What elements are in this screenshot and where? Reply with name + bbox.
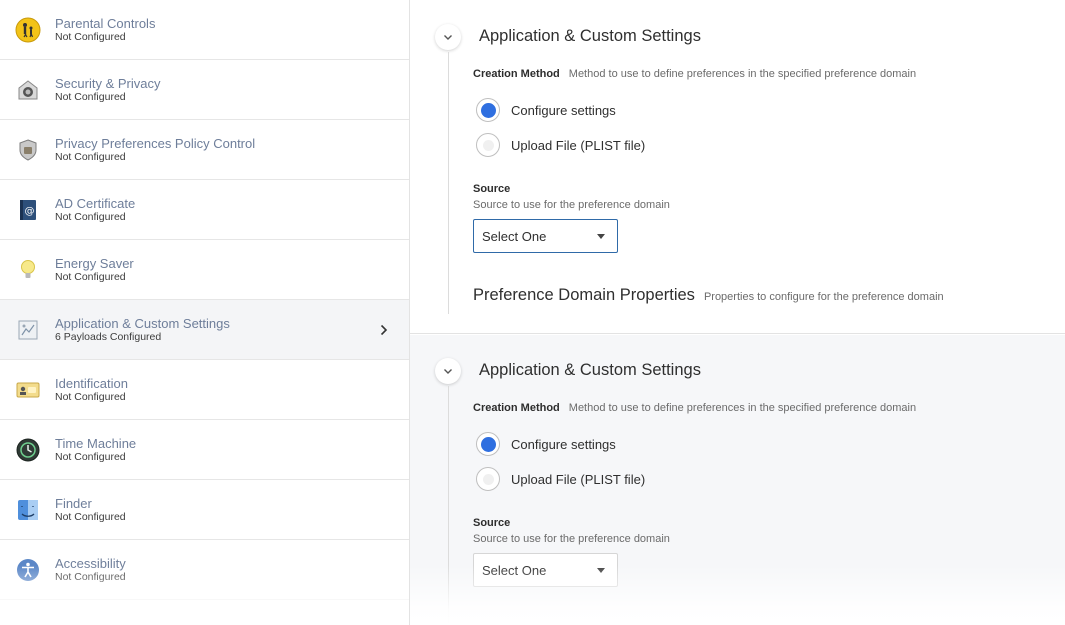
- sidebar-item-status: Not Configured: [55, 270, 126, 283]
- panel-guide-line: [448, 386, 449, 625]
- source-select[interactable]: Select One: [473, 553, 618, 587]
- lightbulb-icon: [15, 257, 41, 283]
- finder-icon: [15, 497, 41, 523]
- sidebar-item-privacy-preferences[interactable]: Privacy Preferences Policy Control Not C…: [0, 120, 409, 180]
- collapse-button[interactable]: [435, 24, 461, 50]
- source-label: Source: [473, 183, 511, 195]
- time-machine-icon: [15, 437, 41, 463]
- source-label: Source: [473, 517, 511, 529]
- sidebar-item-application-custom-settings[interactable]: Application & Custom Settings 6 Payloads…: [0, 300, 409, 360]
- sidebar-item-security-privacy[interactable]: Security & Privacy Not Configured: [0, 60, 409, 120]
- sidebar-item-status: Not Configured: [55, 390, 126, 403]
- chevron-right-icon[interactable]: [377, 322, 391, 338]
- radio-label: Configure settings: [511, 436, 616, 452]
- app-window: Parental Controls Not Configured Securit…: [0, 0, 1065, 625]
- sidebar-item-title: Finder: [55, 495, 92, 511]
- parental-controls-icon: [15, 17, 41, 43]
- chevron-down-icon: [443, 362, 453, 380]
- privacy-shield-icon: [15, 137, 41, 163]
- creation-method-label-text: Creation Method: [473, 402, 560, 414]
- sidebar-item-title: AD Certificate: [55, 195, 136, 211]
- source-desc: Source to use for the preference domain: [473, 199, 670, 211]
- preference-domain-desc: Properties to configure for the preferen…: [703, 291, 944, 303]
- radio-upload-file[interactable]: Upload File (PLIST file): [476, 467, 645, 491]
- sidebar-item-identification[interactable]: Identification Not Configured: [0, 360, 409, 420]
- sidebar-item-parental-controls[interactable]: Parental Controls Not Configured: [0, 0, 409, 60]
- svg-text:@: @: [25, 206, 35, 217]
- creation-method-label: Creation Method Method to use to define p…: [473, 402, 916, 414]
- sidebar-item-status: Not Configured: [55, 30, 126, 43]
- source-select-value: Select One: [482, 228, 547, 244]
- payload-sidebar: Parental Controls Not Configured Securit…: [0, 0, 410, 625]
- caret-down-icon: [597, 234, 605, 239]
- creation-method-desc: Method to use to define preferences in t…: [568, 68, 917, 80]
- preference-domain-title: Preference Domain Properties: [473, 286, 695, 304]
- panel-title: Application & Custom Settings: [479, 27, 701, 45]
- panel-guide-line: [448, 52, 449, 314]
- sidebar-item-status: Not Configured: [55, 450, 126, 463]
- sidebar-item-status: Not Configured: [55, 210, 126, 223]
- creation-method-label: Creation Method Method to use to define p…: [473, 68, 916, 80]
- sidebar-item-status: Not Configured: [55, 90, 126, 103]
- sidebar-item-ad-certificate[interactable]: @ AD Certificate Not Configured: [0, 180, 409, 240]
- sidebar-item-title: Parental Controls: [55, 15, 156, 31]
- sidebar-item-status: Not Configured: [55, 150, 126, 163]
- id-card-icon: [15, 377, 41, 403]
- custom-settings-icon: [15, 317, 41, 343]
- custom-settings-panel: Application & Custom Settings Creation M…: [410, 0, 1065, 334]
- creation-method-label-text: Creation Method: [473, 68, 560, 80]
- security-privacy-icon: [15, 77, 41, 103]
- sidebar-item-title: Identification: [55, 375, 128, 391]
- radio-label: Upload File (PLIST file): [511, 471, 646, 487]
- sidebar-item-title: Application & Custom Settings: [55, 315, 230, 331]
- sidebar-item-title: Energy Saver: [55, 255, 134, 271]
- sidebar-item-title: Security & Privacy: [55, 75, 161, 91]
- sidebar-item-energy-saver[interactable]: Energy Saver Not Configured: [0, 240, 409, 300]
- main-content: Application & Custom Settings Creation M…: [410, 0, 1065, 625]
- preference-domain-header: Preference Domain Properties Properties t…: [473, 286, 944, 305]
- radio-button-selected[interactable]: [476, 432, 500, 456]
- source-select-value: Select One: [482, 562, 547, 578]
- sidebar-item-time-machine[interactable]: Time Machine Not Configured: [0, 420, 409, 480]
- chevron-down-icon: [443, 28, 453, 46]
- sidebar-item-title: Time Machine: [55, 435, 137, 451]
- creation-method-desc: Method to use to define preferences in t…: [568, 402, 917, 414]
- caret-down-icon: [597, 568, 605, 573]
- radio-label: Upload File (PLIST file): [511, 137, 646, 153]
- sidebar-item-accessibility[interactable]: Accessibility Not Configured: [0, 540, 409, 600]
- collapse-button[interactable]: [435, 358, 461, 384]
- sidebar-item-status: Not Configured: [55, 510, 126, 523]
- panel-title: Application & Custom Settings: [479, 361, 701, 379]
- source-desc: Source to use for the preference domain: [473, 533, 670, 545]
- sidebar-item-title: Privacy Preferences Policy Control: [55, 135, 256, 151]
- radio-button-unselected[interactable]: [476, 133, 500, 157]
- custom-settings-panel-2: Application & Custom Settings Creation M…: [410, 335, 1065, 625]
- radio-label: Configure settings: [511, 102, 616, 118]
- accessibility-icon: [15, 557, 41, 583]
- radio-configure-settings[interactable]: Configure settings: [476, 432, 616, 456]
- sidebar-item-title: Accessibility: [55, 555, 126, 571]
- sidebar-item-status: Not Configured: [55, 570, 126, 583]
- source-select[interactable]: Select One: [473, 219, 618, 253]
- radio-upload-file[interactable]: Upload File (PLIST file): [476, 133, 645, 157]
- sidebar-item-finder[interactable]: Finder Not Configured: [0, 480, 409, 540]
- radio-button-selected[interactable]: [476, 98, 500, 122]
- sidebar-item-status: 6 Payloads Configured: [55, 330, 162, 343]
- radio-configure-settings[interactable]: Configure settings: [476, 98, 616, 122]
- radio-button-unselected[interactable]: [476, 467, 500, 491]
- ad-certificate-icon: @: [15, 197, 41, 223]
